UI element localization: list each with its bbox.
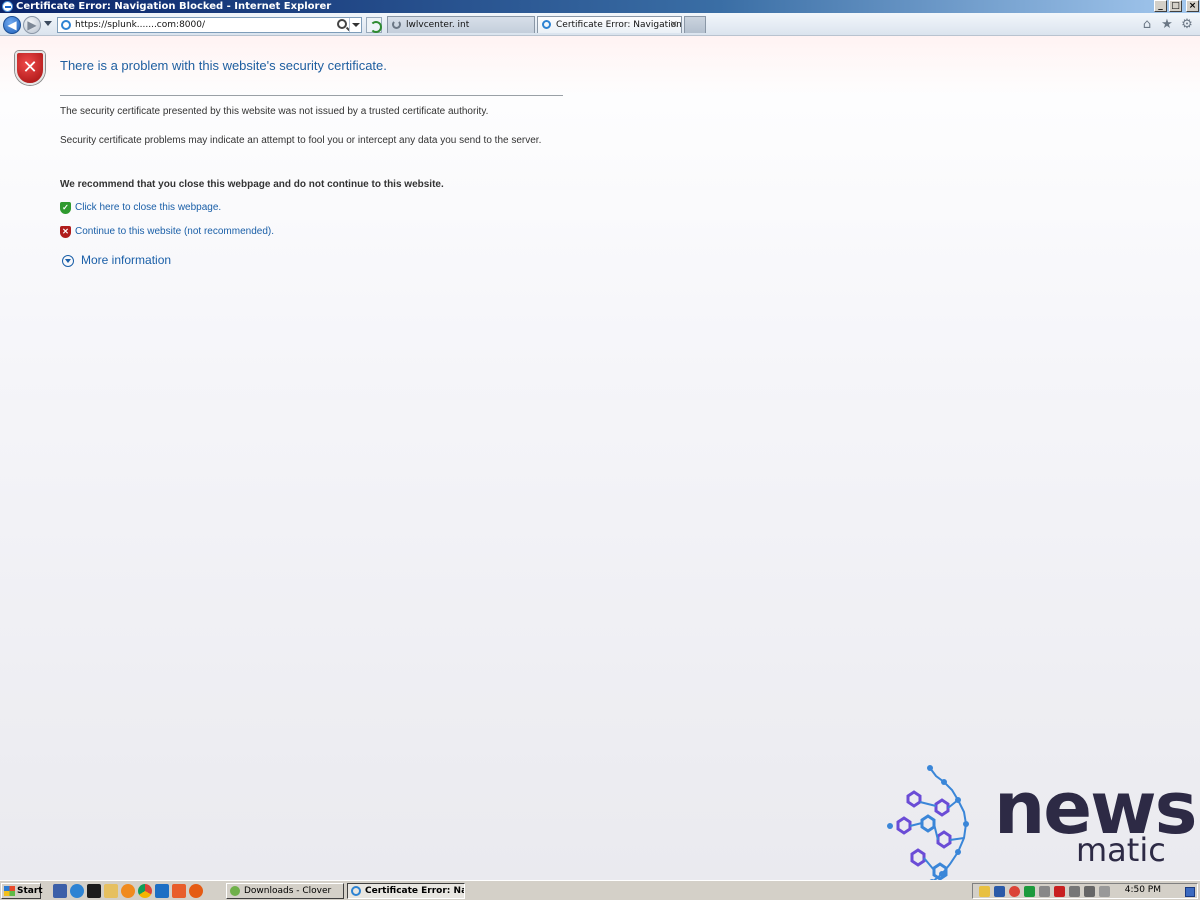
more-information-label[interactable]: More information xyxy=(81,253,171,267)
search-icon[interactable] xyxy=(337,19,347,29)
shield-x-glyph: ✕ xyxy=(15,51,45,85)
tools-icon[interactable]: ⚙ xyxy=(1180,18,1194,32)
address-url[interactable]: https://splunk.......com:8000/ xyxy=(75,20,205,30)
close-webpage-link[interactable]: ✓ Click here to close this webpage. xyxy=(60,202,221,214)
ie-icon xyxy=(351,886,361,896)
newsmatic-logo: news matic xyxy=(886,760,1197,890)
taskbar-button-ie[interactable]: Certificate Error: Navi... xyxy=(347,883,465,899)
back-button[interactable]: ◀ xyxy=(3,16,21,34)
certificate-message: The security certificate presented by th… xyxy=(60,106,489,117)
logo-word-matic: matic xyxy=(1076,831,1166,869)
alert-tray-icon[interactable] xyxy=(1054,886,1065,897)
address-bar[interactable]: https://splunk.......com:8000/ xyxy=(57,17,362,33)
outlook-icon[interactable] xyxy=(155,884,169,898)
recommendation-text: We recommend that you close this webpage… xyxy=(60,179,444,190)
page-content: ✕ There is a problem with this website's… xyxy=(0,36,1200,880)
network-status-icon[interactable] xyxy=(1084,886,1095,897)
taskbar-button-label: Certificate Error: Navi... xyxy=(365,886,464,896)
green-shield-check-icon: ✓ xyxy=(60,202,71,214)
divider xyxy=(60,95,563,96)
tab-label: Certificate Error: Navigation ... xyxy=(556,20,682,30)
taskbar: Start Downloads - Clover Certificate Err… xyxy=(0,880,1200,900)
update-tray-icon[interactable] xyxy=(1039,886,1050,897)
forward-button[interactable]: ▶ xyxy=(23,16,41,34)
navigation-bar: ◀ ▶ https://splunk.......com:8000/ lwlvc… xyxy=(0,13,1200,36)
taskbar-button-downloads[interactable]: Downloads - Clover xyxy=(226,883,344,899)
firefox-icon[interactable] xyxy=(189,884,203,898)
window-title: Certificate Error: Navigation Blocked - … xyxy=(16,1,332,12)
continue-website-link[interactable]: ✕ Continue to this website (not recommen… xyxy=(60,226,274,238)
close-window-button[interactable]: × xyxy=(1186,0,1199,12)
hexagon-network-icon xyxy=(887,765,969,885)
close-tab-icon[interactable]: × xyxy=(670,17,678,33)
security-shield-icon: ✕ xyxy=(15,51,45,85)
recent-pages-dropdown-icon[interactable] xyxy=(44,21,52,26)
volume-icon[interactable] xyxy=(1099,886,1110,897)
new-tab-button[interactable] xyxy=(684,16,706,33)
sync-tray-icon[interactable] xyxy=(1024,886,1035,897)
network-tray-icon[interactable] xyxy=(994,886,1005,897)
app-icon[interactable] xyxy=(172,884,186,898)
tab-certificate-error[interactable]: Certificate Error: Navigation ... × xyxy=(537,16,682,33)
clover-icon xyxy=(230,886,240,896)
ie-tab-icon xyxy=(542,20,551,29)
expand-chevron-icon xyxy=(62,255,74,267)
loading-icon xyxy=(392,20,401,29)
warning-message: Security certificate problems may indica… xyxy=(60,135,542,146)
address-dropdown-icon[interactable] xyxy=(349,18,361,32)
start-button[interactable]: Start xyxy=(1,883,43,899)
tray-app-icon[interactable] xyxy=(1185,887,1195,897)
ie-page-icon xyxy=(61,20,71,30)
file-explorer-icon[interactable] xyxy=(104,884,118,898)
internet-explorer-icon[interactable] xyxy=(70,884,84,898)
page-title: There is a problem with this website's s… xyxy=(60,58,387,73)
maximize-button[interactable]: □ xyxy=(1169,0,1182,12)
window-controls: _ □ × xyxy=(1154,0,1199,12)
show-desktop-icon[interactable] xyxy=(53,884,67,898)
home-icon[interactable]: ⌂ xyxy=(1140,18,1154,32)
browser-toolbar-icons: ⌂ ★ ⚙ xyxy=(1140,18,1194,32)
chrome-icon[interactable] xyxy=(138,884,152,898)
window-titlebar: Certificate Error: Navigation Blocked - … xyxy=(0,0,1200,13)
close-webpage-label[interactable]: Click here to close this webpage. xyxy=(75,202,221,213)
clock[interactable]: 4:50 PM xyxy=(1125,885,1161,895)
continue-website-label[interactable]: Continue to this website (not recommende… xyxy=(75,226,274,237)
battery-tray-icon[interactable] xyxy=(1069,886,1080,897)
system-tray: 4:50 PM xyxy=(972,883,1198,899)
refresh-icon[interactable] xyxy=(366,17,382,33)
taskbar-button-label: Downloads - Clover xyxy=(244,886,332,896)
red-shield-x-icon: ✕ xyxy=(60,226,71,238)
favorites-icon[interactable]: ★ xyxy=(1160,18,1174,32)
ie-app-icon xyxy=(2,1,13,12)
security-tray-icon[interactable] xyxy=(979,886,990,897)
browser-icon[interactable] xyxy=(121,884,135,898)
windows-logo-icon xyxy=(4,886,15,896)
more-information-toggle[interactable]: More information xyxy=(62,253,171,267)
tab-label: lwlvcenter. int xyxy=(406,20,470,30)
start-label: Start xyxy=(17,886,43,896)
command-prompt-icon[interactable] xyxy=(87,884,101,898)
tab-lwlvcenter[interactable]: lwlvcenter. int xyxy=(387,16,535,33)
minimize-button[interactable]: _ xyxy=(1154,0,1167,12)
chrome-tray-icon[interactable] xyxy=(1009,886,1020,897)
